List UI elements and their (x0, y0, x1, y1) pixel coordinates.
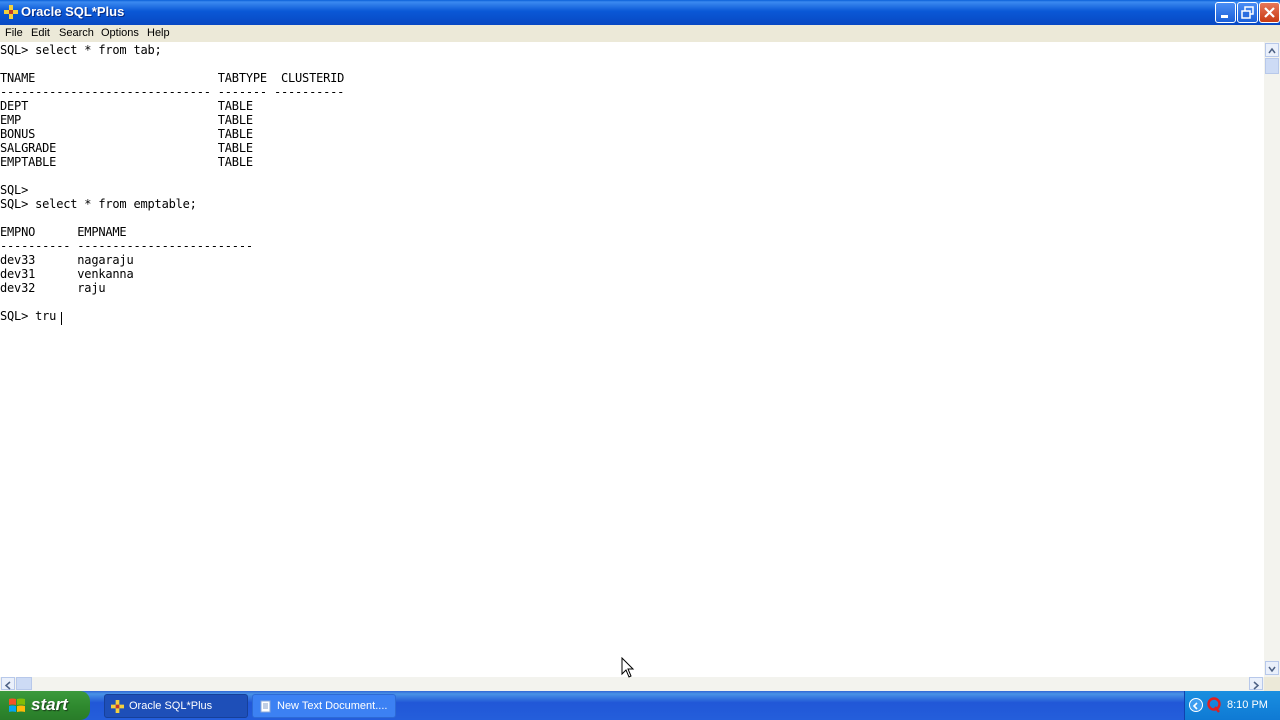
taskbar-item-label: New Text Document.... (277, 700, 388, 712)
console-line: SALGRADE TABLE (0, 141, 253, 155)
console-line: SQL> (0, 183, 29, 197)
chevron-left-icon (1192, 702, 1198, 710)
minimize-button[interactable] (1215, 2, 1236, 23)
scroll-left-button[interactable] (1, 677, 15, 690)
console-line: ------------------------------ ------- -… (0, 85, 345, 99)
console-line: BONUS TABLE (0, 127, 253, 141)
console-line: dev31 venkanna (0, 267, 134, 281)
menu-search[interactable]: Search (59, 27, 94, 39)
console-line: ---------- ------------------------- (0, 239, 253, 253)
mouse-pointer-icon (621, 657, 635, 678)
scroll-right-button[interactable] (1249, 677, 1263, 690)
taskbar-item-notepad[interactable]: New Text Document.... (252, 694, 396, 718)
arrow-right-icon (1253, 681, 1260, 690)
console-output[interactable]: SQL> select * from tab; TNAME TABTYPE CL… (0, 42, 1264, 677)
console-line: dev33 nagaraju (0, 253, 134, 267)
restore-icon (1241, 6, 1254, 19)
tray-q-icon[interactable] (1207, 697, 1221, 713)
scrollbar-corner (1264, 677, 1280, 691)
window-title: Oracle SQL*Plus (21, 4, 125, 19)
windows-logo-icon (9, 698, 25, 712)
menu-edit[interactable]: Edit (31, 27, 50, 39)
text-caret (61, 312, 62, 325)
console-line: EMPTABLE TABLE (0, 155, 253, 169)
close-icon (1264, 7, 1275, 18)
clock[interactable]: 8:10 PM (1227, 699, 1268, 711)
menu-bar: File Edit Search Options Help (0, 25, 1280, 42)
show-hidden-icons-button[interactable] (1189, 698, 1203, 712)
menu-help[interactable]: Help (147, 27, 170, 39)
scroll-down-button[interactable] (1265, 661, 1279, 675)
start-button[interactable]: start (0, 691, 90, 720)
title-bar[interactable]: Oracle SQL*Plus (0, 0, 1280, 25)
arrow-up-icon (1268, 47, 1276, 54)
hscroll-thumb[interactable] (16, 677, 32, 690)
scroll-up-button[interactable] (1265, 43, 1279, 57)
menu-file[interactable]: File (5, 27, 23, 39)
horizontal-scrollbar[interactable] (0, 677, 1264, 691)
arrow-left-icon (4, 681, 11, 690)
minimize-icon (1221, 15, 1228, 18)
taskbar-item-sqlplus[interactable]: Oracle SQL*Plus (104, 694, 248, 718)
console-line: DEPT TABLE (0, 99, 253, 113)
arrow-down-icon (1268, 666, 1276, 673)
restore-button[interactable] (1237, 2, 1258, 23)
console-line: EMP TABLE (0, 113, 253, 127)
notepad-icon (260, 700, 271, 713)
console-line: dev32 raju (0, 281, 106, 295)
console-line: TNAME TABTYPE CLUSTERID (0, 71, 345, 85)
vertical-scrollbar[interactable] (1264, 42, 1280, 677)
sqlplus-app-icon (4, 5, 18, 19)
console-line: EMPNO EMPNAME (0, 225, 127, 239)
console-line: SQL> select * from tab; (0, 43, 162, 57)
sqlplus-app-icon (111, 700, 124, 713)
console-line: SQL> select * from emptable; (0, 197, 197, 211)
taskbar-item-label: Oracle SQL*Plus (129, 700, 213, 712)
system-tray: 8:10 PM (1184, 691, 1280, 720)
close-button[interactable] (1259, 2, 1280, 23)
start-label: start (31, 695, 68, 714)
console-line: SQL> tru (0, 309, 57, 323)
taskbar: start Oracle SQL*Plus New Text Document.… (0, 691, 1280, 720)
menu-options[interactable]: Options (101, 27, 139, 39)
scroll-thumb[interactable] (1265, 58, 1279, 74)
